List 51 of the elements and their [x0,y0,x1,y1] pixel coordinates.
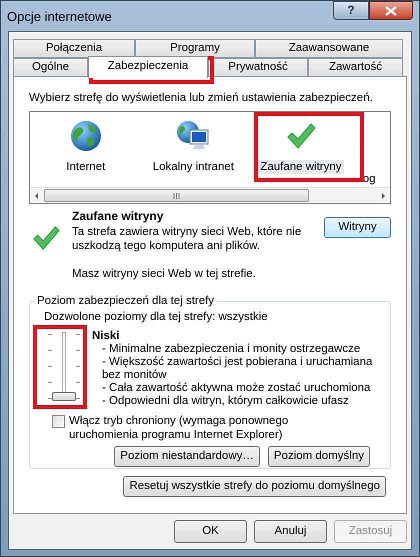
tab[interactable]: Zawartość [308,58,403,77]
tab[interactable]: Zabezpieczenia [88,56,208,78]
zone-prompt: Wybierz strefę do wyświetlenia lub zmień ustawienia zabezpieczeń. [29,91,374,105]
zone-description: Ta strefa zawiera witryny sieci Web, które nie uszkodzą tego komputera ani plików. [72,225,302,253]
tab[interactable]: Ogólne [13,58,88,77]
checkbox[interactable] [52,415,65,428]
reset-zones-button[interactable]: Resetuj wszystkie strefy do poziomu domyślnego [123,476,386,497]
zone-item[interactable]: Zaufane witryny [258,160,344,174]
level-description: - Cała zawartość aktywna może zostać uruchomiona [102,382,372,395]
tick-mark [76,350,80,351]
tick-mark [76,366,80,367]
zone-item[interactable]: Lokalny intranet [150,160,236,174]
level-name: Niski [92,330,120,343]
close-button[interactable] [369,1,413,20]
close-icon [385,6,397,16]
tick-mark [48,350,52,351]
level-description: - Odpowiedni dla witryn, którym całkowicie ufasz [102,395,350,408]
window-title: Opcje internetowe [6,8,113,26]
tab[interactable]: Prywatność [208,58,308,77]
checkbox-label[interactable]: Włącz tryb chroniony (wymaga ponownego uruchomienia programu Internet Explorer) [69,414,359,442]
allowed-levels-text: Dozwolone poziomy dla tej strefy: wszystkie [44,310,269,324]
slider-track[interactable] [52,332,76,402]
tick-mark [48,398,52,399]
checkmark-icon [31,223,61,253]
level-description: - Większość zawartości jest pobierana i uruchamiana bez monitów [102,356,374,382]
zone-note: Masz witryny sieci Web w tej strefie. [72,267,257,281]
tick-mark [76,382,80,383]
dialog-button[interactable]: Anuluj [254,520,327,543]
help-button[interactable]: ? [333,1,369,20]
tick-mark [76,334,80,335]
zone-item[interactable]: Internet [64,160,108,174]
default-level-button[interactable]: Poziom domyślny [268,446,370,467]
tab[interactable]: Programy [135,39,255,58]
globe-icon [70,120,102,152]
scrollbar-thumb[interactable] [44,189,309,202]
tick-mark [76,398,80,399]
dialog-button[interactable]: OK [174,520,247,543]
zone-title: Zaufane witryny [72,209,164,224]
tick-mark [48,382,52,383]
globe-monitor-icon [176,120,210,152]
horizontal-scrollbar[interactable] [30,187,390,203]
sites-button[interactable]: Witryny [324,217,391,238]
tab[interactable]: Zaawansowane [255,39,403,58]
tick-mark [48,366,52,367]
custom-level-button[interactable]: Poziom niestandardowy… [114,446,260,467]
slider-thumb[interactable] [52,392,76,401]
level-description: - Minimalne zabezpieczenia i monity ostrzegawcze [102,343,362,356]
group-legend: Poziom zabezpieczeń dla tej strefy [35,294,216,308]
tick-mark [48,334,52,335]
grip-icon [173,192,180,198]
tab[interactable]: Połączenia [13,39,135,58]
